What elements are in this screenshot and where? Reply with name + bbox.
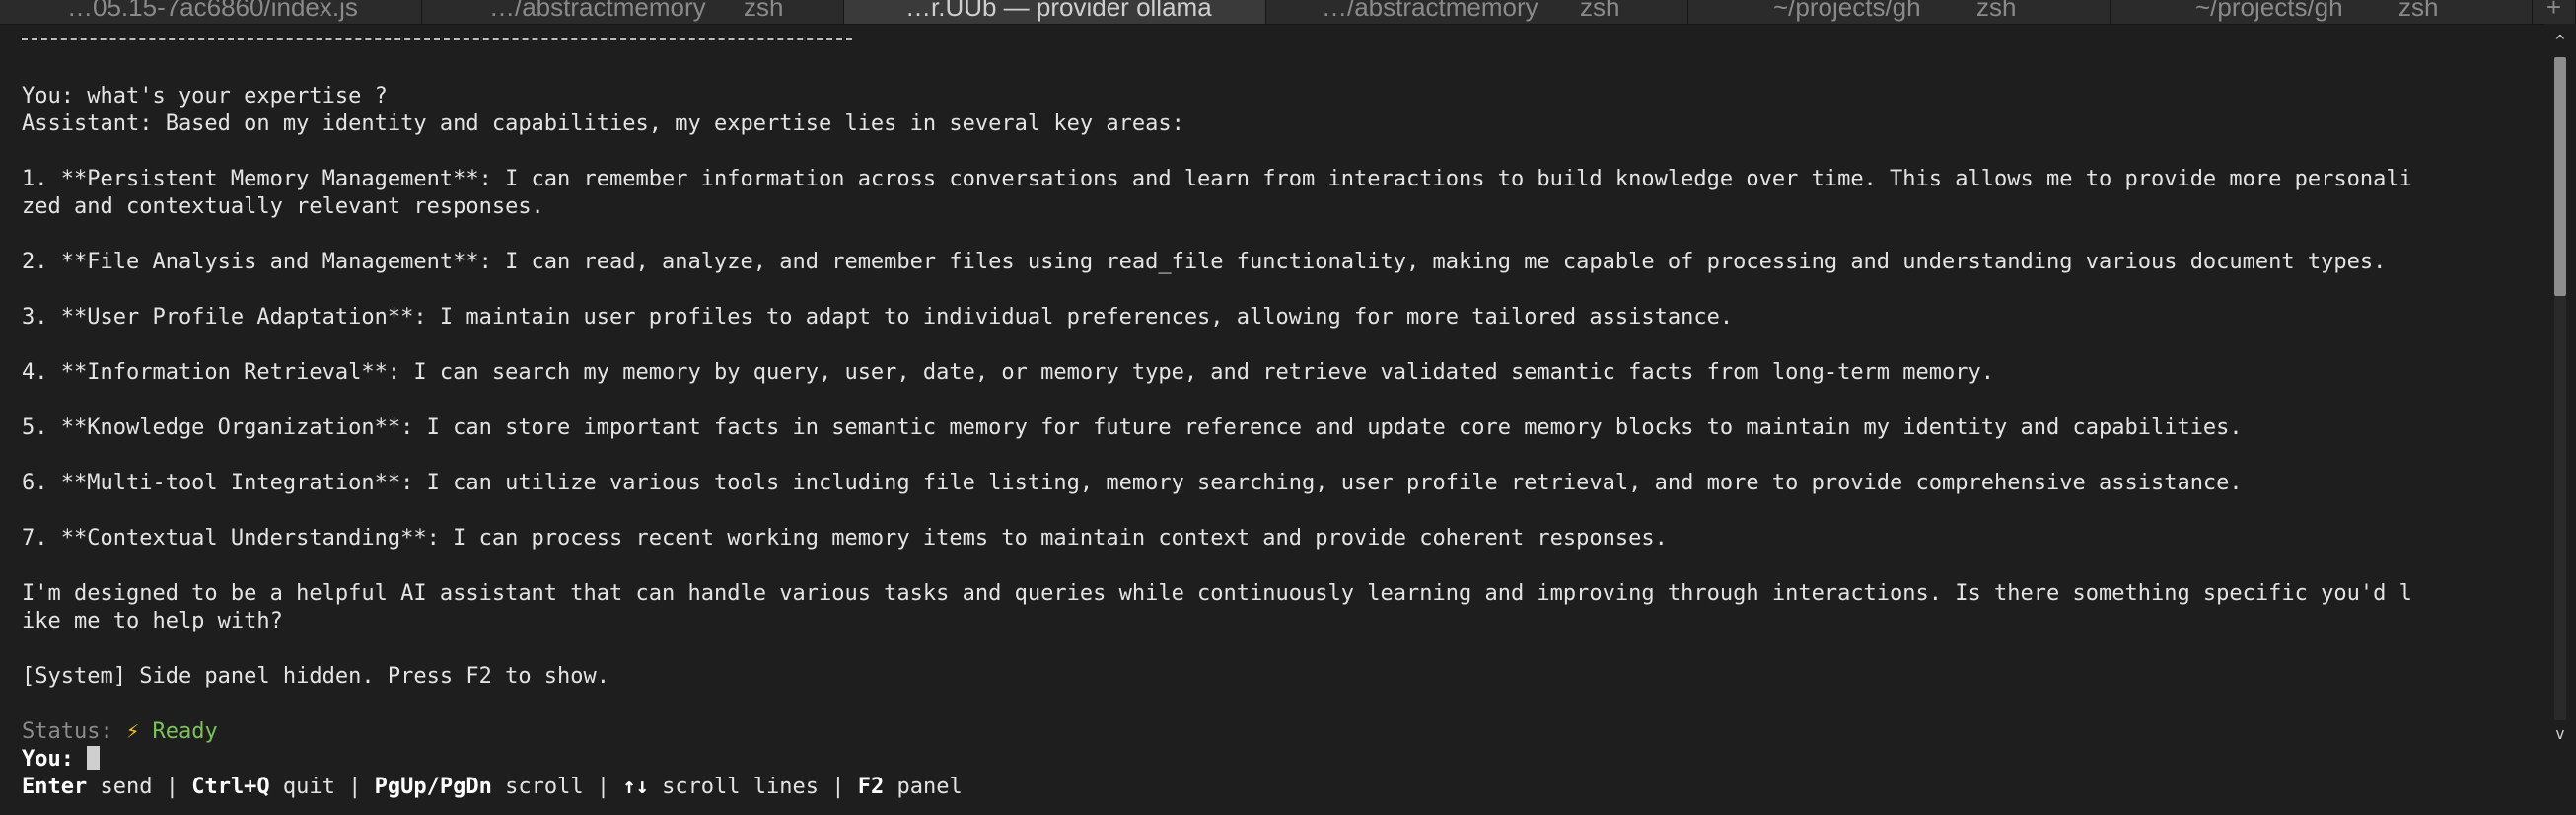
tab-abstractmemory-1[interactable]: …/abstractmemory zsh … bbox=[422, 0, 844, 24]
scroll-thumb[interactable] bbox=[2554, 57, 2566, 296]
tab-projects-gh-2[interactable]: ~/projects/gh zsh … bbox=[2111, 0, 2533, 24]
shortcut-desc-send: send | bbox=[87, 775, 192, 799]
expertise-item-4: 4. **Information Retrieval**: I can sear… bbox=[22, 360, 1995, 385]
expertise-item-6: 6. **Multi-tool Integration**: I can uti… bbox=[22, 471, 2243, 495]
tab-title: …/abstractmemory bbox=[1322, 0, 1538, 22]
shortcut-desc-scroll-lines: scroll lines | bbox=[648, 775, 858, 799]
assistant-closing-continued: ike me to help with? bbox=[22, 609, 283, 633]
tab-index-js[interactable]: …05.15-7ac6860/index.js … bbox=[0, 0, 422, 24]
expertise-item-5: 5. **Knowledge Organization**: I can sto… bbox=[22, 415, 2243, 440]
tab-process: zsh bbox=[744, 0, 784, 22]
expertise-item-2: 2. **File Analysis and Management**: I c… bbox=[22, 250, 2387, 274]
tab-process: zsh bbox=[1580, 0, 1620, 22]
expertise-item-1: 1. **Persistent Memory Management**: I c… bbox=[22, 167, 2412, 191]
scroll-track[interactable] bbox=[2554, 57, 2566, 720]
shortcut-key-enter: Enter bbox=[22, 775, 88, 799]
tab-menu-icon[interactable]: … bbox=[2485, 4, 2508, 24]
tab-title: …r.UUb — provider ollama bbox=[905, 0, 1212, 22]
expertise-item-3: 3. **User Profile Adaptation**: I mainta… bbox=[22, 305, 1734, 330]
plus-icon: + bbox=[2545, 0, 2562, 22]
lightning-icon: ⚡ bbox=[125, 719, 140, 744]
tab-menu-icon[interactable]: … bbox=[393, 4, 415, 24]
status-label: Status: bbox=[22, 719, 113, 744]
tab-title: …/abstractmemory bbox=[489, 0, 706, 22]
tab-menu-icon[interactable]: … bbox=[2063, 4, 2086, 24]
user-question: You: what's your expertise ? bbox=[22, 84, 388, 109]
terminal-output[interactable]: You: what's your expertise ? Assistant: … bbox=[0, 24, 2544, 815]
tab-process: zsh bbox=[1976, 0, 2017, 22]
tab-abstractmemory-2[interactable]: …/abstractmemory zsh bbox=[1266, 0, 1688, 24]
new-tab-button[interactable]: + bbox=[2533, 0, 2576, 24]
status-value: Ready bbox=[152, 719, 218, 744]
shortcut-key-pgup-pgdn: PgUp/PgDn bbox=[374, 775, 492, 799]
shortcut-key-arrows: ↑↓ bbox=[622, 775, 649, 799]
shortcut-desc-scroll: scroll | bbox=[491, 775, 623, 799]
system-message: [System] Side panel hidden. Press F2 to … bbox=[22, 664, 610, 689]
expertise-item-1-continued: zed and contextually relevant responses. bbox=[22, 194, 544, 219]
vertical-scrollbar[interactable]: ^ v bbox=[2544, 24, 2576, 815]
scroll-up-icon[interactable]: ^ bbox=[2550, 32, 2570, 51]
scroll-down-icon[interactable]: v bbox=[2550, 724, 2570, 744]
shortcut-key-f2: F2 bbox=[857, 775, 885, 799]
tab-projects-gh-1[interactable]: ~/projects/gh zsh … bbox=[1688, 0, 2111, 24]
tab-menu-icon[interactable]: … bbox=[815, 4, 837, 24]
separator-line bbox=[22, 38, 852, 40]
tab-title: ~/projects/gh bbox=[1773, 0, 1921, 22]
text-cursor bbox=[87, 746, 101, 770]
shortcut-bar: Enter send | Ctrl+Q quit | PgUp/PgDn scr… bbox=[22, 774, 963, 801]
expertise-item-7: 7. **Contextual Understanding**: I can p… bbox=[22, 526, 1668, 551]
status-line: Status: ⚡ Ready bbox=[22, 718, 218, 746]
assistant-closing: I'm designed to be a helpful AI assistan… bbox=[22, 581, 2412, 606]
tab-process: zsh bbox=[2398, 0, 2439, 22]
tab-provider-ollama[interactable]: …r.UUb — provider ollama bbox=[844, 0, 1266, 24]
tab-title: ~/projects/gh bbox=[2195, 0, 2343, 22]
shortcut-desc-panel: panel bbox=[884, 775, 963, 799]
input-line[interactable]: You: bbox=[22, 746, 101, 774]
prompt-label: You: bbox=[22, 747, 74, 772]
tab-bar: …05.15-7ac6860/index.js … …/abstractmemo… bbox=[0, 0, 2576, 25]
tab-title: …05.15-7ac6860/index.js bbox=[67, 0, 358, 22]
assistant-intro: Assistant: Based on my identity and capa… bbox=[22, 111, 1184, 136]
shortcut-desc-quit: quit | bbox=[269, 775, 375, 799]
shortcut-key-ctrl-q: Ctrl+Q bbox=[191, 775, 270, 799]
